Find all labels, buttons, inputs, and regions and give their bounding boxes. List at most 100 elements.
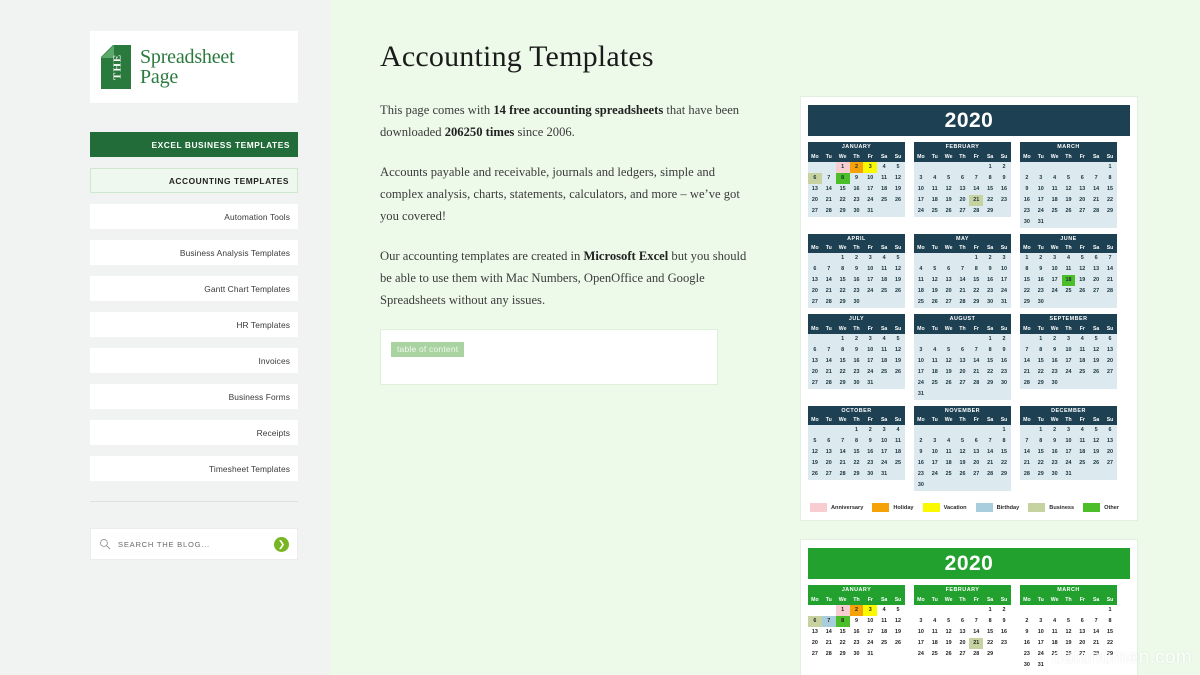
day-of-week-header: Th <box>1065 325 1072 332</box>
calendar-day: 8 <box>1039 438 1043 444</box>
calendar-day: 9 <box>854 266 858 272</box>
calendar-day: 7 <box>1108 255 1112 261</box>
calendar-day: 24 <box>881 460 888 466</box>
calendar-day: 2 <box>1002 606 1006 613</box>
calendar-day-empty <box>983 389 997 400</box>
calendar-day: 17 <box>867 185 874 192</box>
calendar-day-empty <box>1103 217 1117 228</box>
calendar-day: 18 <box>917 288 924 294</box>
day-of-week-header: Th <box>853 245 860 251</box>
calendar-day: 11 <box>881 346 887 353</box>
calendar-day-empty <box>1048 217 1062 228</box>
calendar-day-empty <box>942 425 956 436</box>
day-of-week-header: Sa <box>880 596 888 603</box>
calendar-day: 4 <box>1066 255 1070 261</box>
month-block: AUGUST Mo Tu We Th Fr Sa Su 1 2 3 4 5 6 7 8 9 10 11 12 13 14 1… <box>914 314 1011 400</box>
calendar-day-empty <box>1075 297 1089 308</box>
day-of-week-header: Th <box>959 325 966 332</box>
search-input[interactable] <box>118 539 274 549</box>
calendar-day: 25 <box>881 639 888 646</box>
calendar-day: 14 <box>1093 628 1100 635</box>
calendar-day: 22 <box>1107 639 1114 646</box>
calendar-day: 20 <box>1107 357 1114 364</box>
calendar-day: 28 <box>825 379 832 386</box>
sidebar-item-business-analysis-templates[interactable]: Business Analysis Templates <box>90 240 298 265</box>
calendar-day: 6 <box>1108 427 1112 433</box>
calendar-day: 1 <box>1039 427 1043 433</box>
calendar-day: 25 <box>881 288 888 294</box>
calendar-day-empty <box>1075 378 1089 389</box>
calendar-day: 31 <box>1065 471 1072 477</box>
calendar-day: 16 <box>1001 357 1008 364</box>
day-of-week-header: Mo <box>1023 596 1031 603</box>
table-of-content-box[interactable]: table of content <box>380 329 718 385</box>
day-of-week-header: Su <box>894 417 902 423</box>
sidebar-item-timesheet-templates[interactable]: Timesheet Templates <box>90 456 298 481</box>
emphasis-text: Microsoft Excel <box>583 249 669 263</box>
calendar-day: 20 <box>959 196 966 203</box>
calendar-day: 1 <box>841 335 845 342</box>
calendar-day: 5 <box>933 266 937 272</box>
legend-label: Business <box>1049 504 1075 511</box>
sidebar-item-automation-tools[interactable]: Automation Tools <box>90 204 298 229</box>
calendar-day: 16 <box>867 449 874 455</box>
calendar-day: 3 <box>868 335 872 342</box>
month-name: MAY <box>914 233 1011 243</box>
search-submit-button[interactable]: ❯ <box>274 536 289 552</box>
calendar-day: 8 <box>988 174 992 181</box>
body-text: This page comes with <box>380 103 494 117</box>
calendar-day: 2 <box>988 255 992 261</box>
day-of-week-header: Su <box>894 325 902 332</box>
calendar-day: 14 <box>825 277 832 283</box>
sidebar-item-excel-business-templates[interactable]: EXCEL BUSINESS TEMPLATES <box>90 132 298 157</box>
calendar-day: 11 <box>918 277 924 283</box>
day-of-week-header: Tu <box>931 153 938 160</box>
search-form[interactable]: ❯ <box>90 528 298 560</box>
calendar-day-empty <box>969 334 983 345</box>
calendar-day: 22 <box>1107 196 1114 203</box>
day-of-week-header: Su <box>1000 417 1008 423</box>
day-of-week-header: We <box>944 153 953 160</box>
month-table: Mo Tu We Th Fr Sa Su 1 2 3 4 5 6 7 8 9 10 11 12 13 14 15 16 17 1… <box>914 243 1011 308</box>
calendar-day: 5 <box>1094 427 1098 433</box>
sidebar-item-receipts[interactable]: Receipts <box>90 420 298 445</box>
calendar-day-empty <box>983 480 997 491</box>
calendar-day: 10 <box>881 438 888 444</box>
calendar-day: 2 <box>854 255 858 261</box>
day-of-week-header: Fr <box>973 153 979 160</box>
calendar-day-empty <box>914 253 928 264</box>
sidebar-item-accounting-templates[interactable]: ACCOUNTING TEMPLATES <box>90 168 298 193</box>
calendar-day: 24 <box>931 471 938 477</box>
sidebar-item-gantt-chart-templates[interactable]: Gantt Chart Templates <box>90 276 298 301</box>
calendar-day: 4 <box>882 606 886 613</box>
calendar-day: 28 <box>839 471 846 477</box>
month-table: Mo Tu We Th Fr Sa Su 1 2 3 4 5 6 7 8 9 10 11 12 13 14 15 16 17 1… <box>1020 594 1117 671</box>
calendar-day: 16 <box>853 185 860 192</box>
calendar-day: 27 <box>1079 207 1086 214</box>
calendar-day: 29 <box>1023 299 1030 305</box>
calendar-day: 24 <box>867 368 874 375</box>
calendar-day: 5 <box>1066 174 1070 181</box>
calendar-card[interactable]: 2020 JANUARY Mo Tu We Th Fr Sa Su 1 2 3 4 5 6 7 8 9 10 11 12… <box>800 96 1138 521</box>
calendar-day: 19 <box>895 185 902 192</box>
calendar-day: 21 <box>1107 277 1114 283</box>
calendar-day: 2 <box>1053 427 1057 433</box>
month-name: JUNE <box>1020 233 1117 243</box>
site-logo[interactable]: THE Spreadsheet Page <box>90 31 298 103</box>
calendar-day: 19 <box>1093 357 1100 364</box>
month-block: APRIL Mo Tu We Th Fr Sa Su 1 2 3 4 5 6 7 8 9 10 11 12 13 14 15… <box>808 233 905 308</box>
calendar-day: 17 <box>1037 196 1044 203</box>
legend-item: Vacation <box>922 503 967 512</box>
sidebar-item-invoices[interactable]: Invoices <box>90 348 298 373</box>
calendar-day: 27 <box>811 299 818 305</box>
sidebar-item-hr-templates[interactable]: HR Templates <box>90 312 298 337</box>
day-of-week-header: Fr <box>867 596 873 603</box>
calendar-card[interactable]: 2020 JANUARY Mo Tu We Th Fr Sa Su 1 2 3 4 5 6 7 8 9 10 11 12… <box>800 539 1138 675</box>
calendar-day: 9 <box>1002 346 1006 353</box>
calendar-day: 17 <box>867 628 874 635</box>
page-root: THE Spreadsheet Page EXCEL BUSINESS TEMP… <box>0 0 1200 675</box>
sidebar-item-label: Business Analysis Templates <box>179 247 290 258</box>
sidebar-item-business-forms[interactable]: Business Forms <box>90 384 298 409</box>
calendar-day: 28 <box>825 207 832 214</box>
calendar-day: 22 <box>839 288 846 294</box>
